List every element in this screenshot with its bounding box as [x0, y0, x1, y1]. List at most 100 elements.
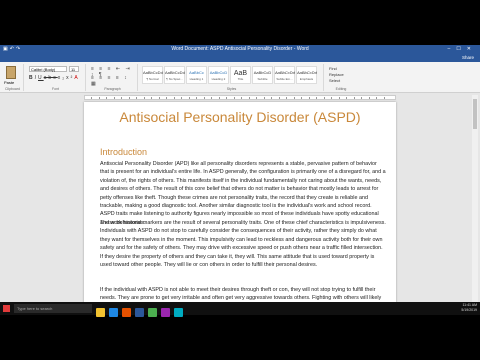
style-no-spacing[interactable]: AaBbCcDd ¶ No Spac... — [164, 66, 185, 84]
minimize-button[interactable]: – — [448, 46, 457, 52]
ruler-tick — [136, 97, 137, 99]
style-emphasis[interactable]: AaBbCcDd Emphasis — [296, 66, 317, 84]
ruler-tick — [271, 97, 272, 99]
ruler-tick — [121, 97, 122, 99]
format-buttons: BIUabcx₂x²A — [29, 75, 80, 81]
document-title: Antisocial Personality Disorder (ASPD) — [119, 109, 361, 125]
ruler-tick — [323, 97, 325, 99]
ruler-tick — [173, 97, 175, 99]
paragraph-row-bottom[interactable]: ≡ ≡ ≡ ≡ ↕ ▦ — [91, 75, 137, 87]
style-name: Title — [237, 77, 244, 81]
paragraph-2: These behavioral markers are the result … — [100, 220, 386, 269]
ruler-tick — [211, 97, 212, 99]
ruler-tick — [158, 97, 160, 99]
word-window: ▣↶↷ Word Document: ASPD Antisocial Perso… — [0, 45, 480, 315]
paragraph-group-label: Paragraph — [104, 87, 121, 91]
editing-group: Find Replace Select Editing — [326, 64, 356, 91]
maximize-button[interactable]: ☐ — [456, 46, 466, 52]
ruler-tick — [203, 97, 205, 99]
style-name: Subtitle — [257, 77, 268, 81]
style-name: Subtle Em... — [276, 77, 293, 81]
ruler-tick — [106, 97, 107, 99]
ribbon-tabs: FileHomeInsertDesignLayoutReferencesMail… — [0, 54, 480, 70]
ruler-tick — [128, 97, 130, 99]
document-page[interactable]: Antisocial Personality Disorder (ASPD) I… — [84, 102, 396, 307]
ruler-tick — [143, 97, 145, 99]
system-tray-clock[interactable]: 11:41 AM 5/19/2019 — [461, 303, 477, 313]
close-button[interactable]: ✕ — [467, 46, 477, 52]
ruler-tick — [188, 97, 190, 99]
style-name: ¶ No Spac... — [166, 77, 183, 81]
ruler-tick — [278, 97, 280, 99]
font-color-button[interactable]: A — [74, 75, 79, 81]
taskbar-app-icon[interactable] — [96, 308, 105, 317]
ruler-tick — [241, 97, 242, 99]
ruler-tick — [218, 97, 220, 99]
ruler-tick — [308, 97, 310, 99]
ribbon: Paste Clipboard Calibri (Body) 11 BIUabc… — [0, 62, 480, 93]
select-button[interactable]: Select — [329, 78, 340, 83]
styles-group: AaBbCcDd ¶ Normal AaBbCcDd ¶ No Spac... Aa… — [140, 64, 324, 91]
taskbar: Type here to search 11:41 AM 5/19/2019 — [0, 302, 480, 317]
ruler-tick — [301, 97, 302, 99]
find-button[interactable]: Find — [329, 66, 337, 71]
style-heading-2[interactable]: AaBbCcD Heading 2 — [208, 66, 229, 84]
style-name: Heading 2 — [211, 77, 226, 81]
taskbar-app-icon[interactable] — [109, 308, 118, 317]
font-size-dropdown[interactable]: 11 — [69, 66, 79, 72]
ruler-tick — [256, 97, 257, 99]
ruler-tick — [151, 97, 152, 99]
paste-label[interactable]: Paste — [4, 80, 14, 85]
paragraph-1: Antisocial Personality Disorder (APD) li… — [100, 161, 386, 226]
vertical-scrollbar[interactable] — [472, 95, 478, 309]
ruler-tick — [98, 97, 100, 99]
clipboard-group-label: Clipboard — [5, 87, 20, 91]
style-sample: AaBbCcDd — [165, 70, 185, 75]
ruler-tick — [383, 97, 385, 99]
style-normal[interactable]: AaBbCcDd ¶ Normal — [142, 66, 163, 84]
ruler-tick — [361, 97, 362, 99]
ruler-tick — [338, 97, 340, 99]
style-name: ¶ Normal — [146, 77, 159, 81]
ruler-tick — [368, 97, 370, 99]
style-sample: AaBbCcDd — [143, 70, 163, 75]
clock-date: 5/19/2019 — [461, 308, 477, 312]
clipboard-group: Paste Clipboard — [2, 64, 24, 91]
taskbar-app-icon[interactable] — [148, 308, 157, 317]
strikethrough-button[interactable]: abc — [44, 75, 58, 81]
ruler-tick — [166, 97, 167, 99]
ruler-tick — [196, 97, 197, 99]
style-sample: AaBbCcD — [253, 70, 272, 75]
replace-button[interactable]: Replace — [329, 72, 344, 77]
style-subtitle[interactable]: AaBbCcD Subtitle — [252, 66, 273, 84]
ruler-tick — [263, 97, 265, 99]
ruler-tick — [346, 97, 347, 99]
style-title[interactable]: AaB Title — [230, 66, 251, 84]
ruler-tick — [331, 97, 332, 99]
style-name: Emphasis — [299, 77, 314, 81]
scrollbar-thumb[interactable] — [473, 99, 477, 129]
taskbar-app-icon[interactable] — [174, 308, 183, 317]
paste-icon[interactable] — [6, 66, 16, 79]
style-sample: AaBbCcD — [209, 70, 228, 75]
intro-heading: Introduction — [100, 147, 148, 157]
taskbar-app-icon[interactable] — [135, 308, 144, 317]
ruler-tick — [233, 97, 235, 99]
style-subtle-emphasis[interactable]: AaBbCcDd Subtle Em... — [274, 66, 295, 84]
taskbar-app-icon[interactable] — [161, 308, 170, 317]
window-controls: –☐✕ — [448, 46, 477, 52]
font-name-dropdown[interactable]: Calibri (Body) — [29, 66, 67, 72]
style-sample: AaBbCcDd — [297, 70, 317, 75]
font-group-label: Font — [51, 87, 59, 91]
share-button[interactable]: Share — [462, 55, 474, 60]
style-heading-1[interactable]: AaBbCc Heading 1 — [186, 66, 207, 84]
taskbar-app-icon[interactable] — [122, 308, 131, 317]
start-button[interactable] — [3, 305, 10, 312]
style-sample: AaBbCcDd — [275, 70, 295, 75]
editing-group-label: Editing — [335, 87, 347, 91]
taskbar-search[interactable]: Type here to search — [14, 304, 92, 313]
horizontal-ruler[interactable] — [84, 95, 396, 100]
subscript-button[interactable]: x₂ — [58, 75, 66, 81]
ruler-tick — [316, 97, 317, 99]
taskbar-apps — [96, 304, 187, 322]
